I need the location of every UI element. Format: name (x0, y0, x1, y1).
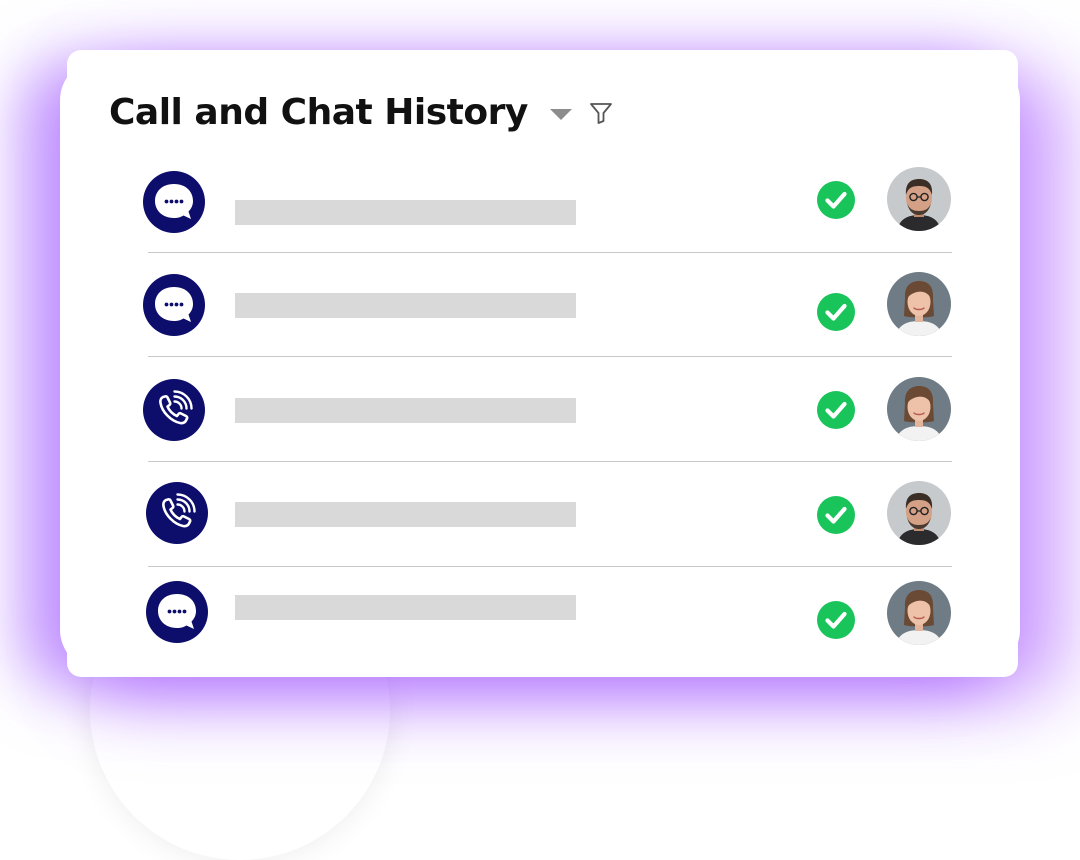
text-placeholder (235, 293, 576, 318)
phone-call-icon (146, 482, 208, 544)
text-placeholder (235, 200, 576, 225)
check-circle-icon (817, 181, 855, 219)
check-circle-icon (817, 391, 855, 429)
chat-bubble-icon (143, 274, 205, 336)
history-row[interactable] (148, 149, 952, 253)
history-card: Call and Chat History (67, 50, 1018, 677)
female-avatar[interactable] (887, 377, 951, 441)
check-circle-icon (817, 496, 855, 534)
female-avatar[interactable] (887, 581, 951, 645)
text-placeholder (235, 502, 576, 527)
history-row[interactable] (148, 358, 952, 462)
chat-bubble-icon (146, 581, 208, 643)
page-title: Call and Chat History (109, 92, 528, 133)
caret-down-icon[interactable] (549, 109, 572, 120)
history-row[interactable] (148, 463, 952, 567)
card-header: Call and Chat History (109, 92, 614, 133)
check-circle-icon (817, 601, 855, 639)
history-row[interactable] (148, 253, 952, 357)
phone-call-icon (143, 379, 205, 441)
filter-icon[interactable] (588, 100, 614, 126)
male-avatar[interactable] (887, 481, 951, 545)
text-placeholder (235, 398, 576, 423)
male-avatar[interactable] (887, 167, 951, 231)
female-avatar[interactable] (887, 272, 951, 336)
chat-bubble-icon (143, 171, 205, 233)
history-row[interactable] (148, 567, 952, 671)
check-circle-icon (817, 293, 855, 331)
text-placeholder (235, 595, 576, 620)
